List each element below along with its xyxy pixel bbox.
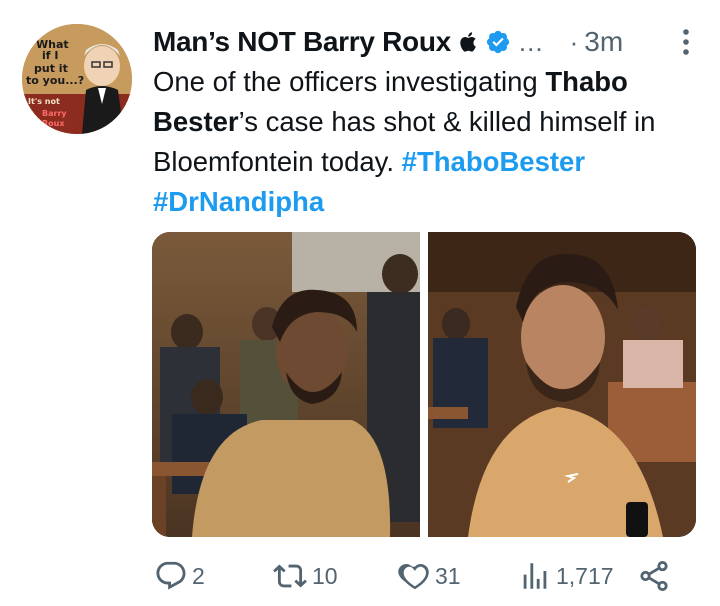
retweet-button[interactable]: 10	[272, 556, 338, 596]
views-count: 1,717	[556, 562, 614, 589]
like-button[interactable]: 31	[397, 556, 461, 596]
heart-icon	[398, 563, 429, 590]
avatar-caption-6: Barry	[42, 109, 67, 118]
avatar-image: What if I put it to you...? It's not Bar…	[22, 24, 132, 134]
tweet-text-part: One of the officers investigating	[153, 66, 546, 97]
avatar-caption-5: It's not	[28, 97, 60, 106]
share-icon	[640, 560, 668, 592]
reply-count: 2	[192, 562, 205, 589]
handle[interactable]: ...	[519, 27, 544, 58]
media-divider	[420, 232, 428, 537]
photo-right[interactable]	[428, 232, 696, 537]
tweet-text: One of the officers investigating Thabo …	[153, 62, 698, 222]
timestamp[interactable]: 3m	[584, 26, 623, 58]
views-button[interactable]: 1,717	[518, 556, 614, 596]
tweet-header: Man’s NOT Barry Roux ... · 3m	[153, 22, 693, 62]
reply-button[interactable]: 2	[154, 556, 205, 596]
retweet-count: 10	[312, 562, 338, 589]
hashtag-link[interactable]: #DrNandipha	[153, 186, 324, 217]
avatar-caption-4: to you...?	[26, 74, 84, 87]
avatar-caption-2: if I	[42, 49, 58, 62]
apple-icon	[460, 32, 476, 52]
action-bar: 2 10 31 1,717	[152, 556, 672, 596]
separator-dot: ·	[569, 26, 579, 57]
display-name[interactable]: Man’s NOT Barry Roux	[153, 26, 451, 58]
courtroom-photo	[428, 232, 696, 537]
more-options-icon[interactable]	[681, 28, 691, 56]
verified-badge-icon	[486, 30, 510, 54]
avatar[interactable]: What if I put it to you...? It's not Bar…	[22, 24, 132, 134]
reply-icon	[156, 561, 186, 590]
photo-left[interactable]	[152, 232, 420, 537]
views-chart-icon	[523, 563, 547, 589]
retweet-icon	[273, 564, 307, 588]
courtroom-photo	[152, 232, 420, 537]
avatar-caption-7: Roux	[42, 119, 65, 128]
media-grid	[152, 232, 696, 537]
tweet[interactable]: What if I put it to you...? It's not Bar…	[0, 0, 720, 606]
like-count: 31	[435, 562, 461, 589]
hashtag-link[interactable]: #ThaboBester	[402, 146, 585, 177]
share-button[interactable]	[637, 556, 671, 596]
